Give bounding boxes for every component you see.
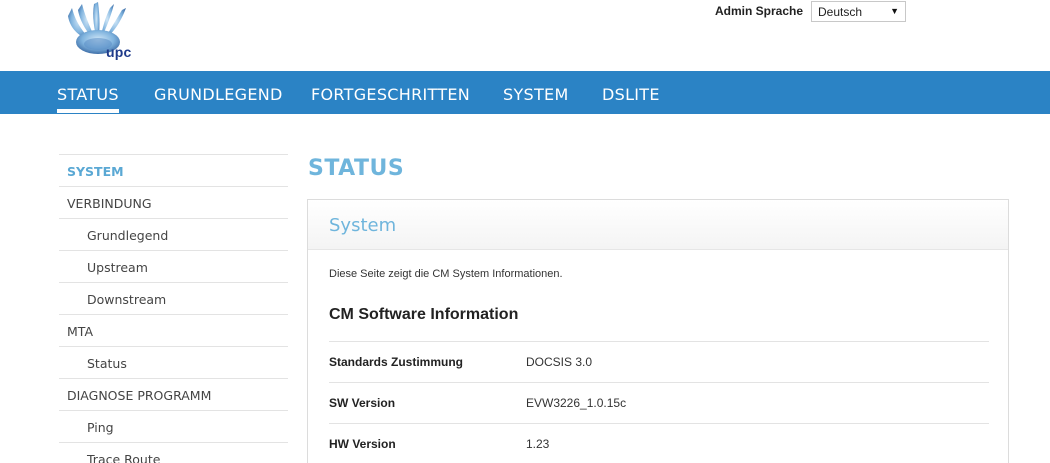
nav-tab-system[interactable]: SYSTEM <box>503 85 569 104</box>
info-value: DOCSIS 3.0 <box>526 355 593 369</box>
dropdown-caret-icon: ▼ <box>890 6 899 16</box>
info-label: SW Version <box>329 396 396 410</box>
info-row-sw-version: SW Version EVW3226_1.0.15c <box>329 382 989 423</box>
nav-tab-status[interactable]: STATUS <box>57 85 119 113</box>
sidebar-item-system[interactable]: SYSTEM <box>59 154 288 186</box>
sidebar-item-verbindung[interactable]: VERBINDUNG <box>59 186 288 218</box>
sidebar-item-upstream[interactable]: Upstream <box>59 250 288 282</box>
panel-title: System <box>329 215 397 236</box>
sidebar-menu: SYSTEM VERBINDUNG Grundlegend Upstream D… <box>59 154 288 463</box>
info-label: Standards Zustimmung <box>329 355 464 369</box>
section-title: CM Software Information <box>329 306 519 323</box>
panel-header: System <box>308 200 1008 250</box>
language-selected-value: Deutsch <box>818 5 863 19</box>
main-nav: STATUS GRUNDLEGEND FORTGESCHRITTEN SYSTE… <box>0 71 1050 114</box>
sidebar-item-mta[interactable]: MTA <box>59 314 288 346</box>
nav-tab-grundlegend[interactable]: GRUNDLEGEND <box>154 85 283 104</box>
language-label: Admin Sprache <box>715 4 804 18</box>
info-row-standards: Standards Zustimmung DOCSIS 3.0 <box>329 341 989 382</box>
nav-tab-dslite[interactable]: DSLITE <box>602 85 660 104</box>
sidebar-item-ping[interactable]: Ping <box>59 410 288 442</box>
sidebar-item-mta-status[interactable]: Status <box>59 346 288 378</box>
info-value: 1.23 <box>526 437 550 451</box>
info-row-hw-version: HW Version 1.23 <box>329 423 989 463</box>
language-select[interactable]: Deutsch ▼ <box>811 1 906 22</box>
panel-description: Diese Seite zeigt die CM System Informat… <box>329 268 563 280</box>
header: upc Admin Sprache Deutsch ▼ <box>0 0 1050 71</box>
sidebar-item-trace-route[interactable]: Trace Route <box>59 442 288 463</box>
logo-text: upc <box>106 44 132 60</box>
system-panel: System Diese Seite zeigt die CM System I… <box>307 199 1009 463</box>
nav-tab-fortgeschritten[interactable]: FORTGESCHRITTEN <box>311 85 470 104</box>
page-title: STATUS <box>308 156 405 181</box>
info-label: HW Version <box>329 437 396 451</box>
sidebar-item-downstream[interactable]: Downstream <box>59 282 288 314</box>
sidebar-item-grundlegend[interactable]: Grundlegend <box>59 218 288 250</box>
sidebar-item-diagnose-programm[interactable]: DIAGNOSE PROGRAMM <box>59 378 288 410</box>
info-value: EVW3226_1.0.15c <box>526 396 627 410</box>
